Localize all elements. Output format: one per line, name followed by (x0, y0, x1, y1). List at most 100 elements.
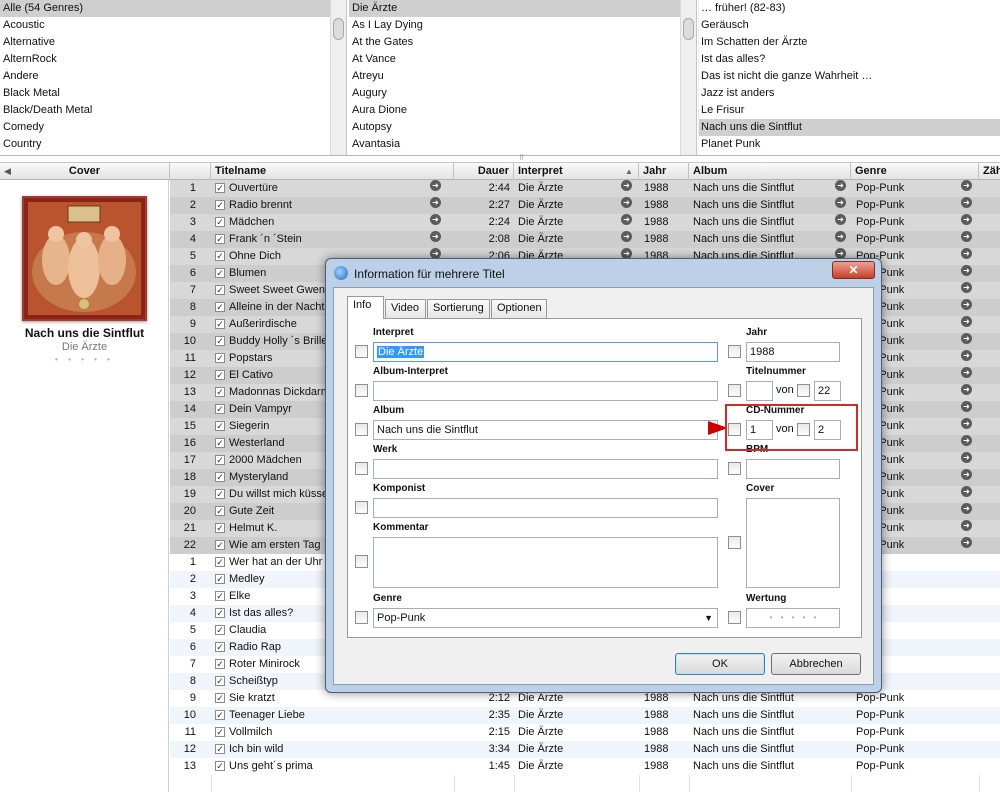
checkbox-genre[interactable] (355, 611, 368, 624)
track-checkbox[interactable]: ✓ (215, 503, 227, 520)
track-checkbox[interactable]: ✓ (215, 639, 227, 656)
genres-item[interactable]: Alternative (0, 34, 346, 51)
wertung-stars[interactable]: • • • • • (746, 608, 840, 628)
track-checkbox[interactable]: ✓ (215, 282, 227, 299)
title-go-arrow-icon[interactable]: ➜ (430, 214, 441, 225)
artists-item[interactable]: Avantasia (349, 136, 696, 153)
rating-stars[interactable]: • • • • • (0, 355, 169, 364)
track-checkbox[interactable]: ✓ (215, 384, 227, 401)
track-checkbox[interactable]: ✓ (215, 197, 227, 214)
table-row[interactable]: ✓ 10 Teenager Liebe 2:35 Die Ärzte 1988 Nach u… (170, 707, 1000, 724)
track-checkbox[interactable]: ✓ (215, 248, 227, 265)
scroll-thumb[interactable] (333, 18, 344, 40)
title-go-arrow-icon[interactable]: ➜ (430, 231, 441, 242)
genres-item[interactable]: Comedy (0, 119, 346, 136)
artists-item[interactable]: Augury (349, 85, 696, 102)
albums-item[interactable]: … früher! (82-83) (698, 0, 1000, 17)
genres-item[interactable]: Black/Death Metal (0, 102, 346, 119)
artists-item[interactable]: Die Ärzte (349, 0, 696, 17)
genre-go-arrow-icon[interactable]: ➜ (961, 282, 972, 293)
col-duration[interactable]: Dauer (454, 163, 514, 180)
tab-video[interactable]: Video (385, 299, 426, 318)
genre-go-arrow-icon[interactable]: ➜ (961, 520, 972, 531)
genre-go-arrow-icon[interactable]: ➜ (961, 180, 972, 191)
cancel-button[interactable]: Abbrechen (771, 653, 861, 675)
track-checkbox[interactable]: ✓ (215, 452, 227, 469)
genres-item[interactable]: Country (0, 136, 346, 153)
genre-go-arrow-icon[interactable]: ➜ (961, 265, 972, 276)
table-row[interactable]: ✓ 4 Frank ´n ´Stein 2:08 Die Ärzte 1988 Nach u… (170, 231, 1000, 248)
track-checkbox[interactable]: ✓ (215, 588, 227, 605)
album-cover-art[interactable] (22, 196, 147, 321)
scroll-thumb[interactable] (683, 18, 694, 40)
track-checkbox[interactable]: ✓ (215, 690, 227, 707)
artists-item[interactable]: Autopsy (349, 119, 696, 136)
track-checkbox[interactable]: ✓ (215, 673, 227, 690)
genre-go-arrow-icon[interactable]: ➜ (961, 367, 972, 378)
genre-go-arrow-icon[interactable]: ➜ (961, 469, 972, 480)
checkbox-werk[interactable] (355, 462, 368, 475)
col-title[interactable]: Titelname (211, 163, 454, 180)
genres-item[interactable]: Andere (0, 68, 346, 85)
jahr-field[interactable]: 1988 (746, 342, 840, 362)
album-go-arrow-icon[interactable]: ➜ (835, 214, 846, 225)
albums-item[interactable]: Planet Punk (698, 136, 1000, 153)
tab-info[interactable]: Info (347, 296, 384, 319)
track-checkbox[interactable]: ✓ (215, 231, 227, 248)
album-go-arrow-icon[interactable]: ➜ (835, 197, 846, 208)
track-checkbox[interactable]: ✓ (215, 418, 227, 435)
table-row[interactable]: ✓ 13 Uns geht´s prima 1:45 Die Ärzte 1988 Nach… (170, 758, 1000, 775)
albums-item[interactable]: Geräusch (698, 17, 1000, 34)
artists-item[interactable]: As I Lay Dying (349, 17, 696, 34)
artists-item[interactable]: Atreyu (349, 68, 696, 85)
close-button[interactable]: ✕ (832, 261, 875, 279)
col-genre[interactable]: Genre (851, 163, 979, 180)
genre-go-arrow-icon[interactable]: ➜ (961, 384, 972, 395)
genre-go-arrow-icon[interactable]: ➜ (961, 350, 972, 361)
title-go-arrow-icon[interactable]: ➜ (430, 180, 441, 191)
genre-go-arrow-icon[interactable]: ➜ (961, 333, 972, 344)
table-row[interactable]: ✓ 3 Mädchen 2:24 Die Ärzte 1988 Nach uns die S… (170, 214, 1000, 231)
track-checkbox[interactable]: ✓ (215, 741, 227, 758)
albums-item[interactable]: Im Schatten der Ärzte (698, 34, 1000, 51)
track-checkbox[interactable]: ✓ (215, 180, 227, 197)
checkbox-bpm[interactable] (728, 462, 741, 475)
resize-handle[interactable]: ⠿ (519, 155, 525, 162)
genre-go-arrow-icon[interactable]: ➜ (961, 299, 972, 310)
artist-list[interactable]: Die Ärzte As I Lay Dying At the Gates At Va… (349, 0, 697, 155)
track-checkbox[interactable]: ✓ (215, 486, 227, 503)
table-row[interactable]: ✓ 12 Ich bin wild 3:34 Die Ärzte 1988 Nach uns… (170, 741, 1000, 758)
tab-sorting[interactable]: Sortierung (427, 299, 490, 318)
checkbox-komponist[interactable] (355, 501, 368, 514)
track-checkbox[interactable]: ✓ (215, 520, 227, 537)
col-album[interactable]: Album (689, 163, 851, 180)
artist-scrollbar[interactable] (680, 0, 696, 155)
track-checkbox[interactable]: ✓ (215, 724, 227, 741)
genre-select[interactable]: Pop-Punk ▼ (373, 608, 718, 628)
artists-item[interactable]: At Vance (349, 51, 696, 68)
genre-go-arrow-icon[interactable]: ➜ (961, 231, 972, 242)
genre-go-arrow-icon[interactable]: ➜ (961, 537, 972, 548)
col-number[interactable] (170, 163, 211, 180)
chevron-down-icon[interactable]: ▼ (704, 609, 713, 627)
track-checkbox[interactable]: ✓ (215, 316, 227, 333)
track-checkbox[interactable]: ✓ (215, 299, 227, 316)
checkbox-album[interactable] (355, 423, 368, 436)
cover-drop-area[interactable] (746, 498, 840, 588)
artists-item[interactable]: Aura Dione (349, 102, 696, 119)
track-checkbox[interactable]: ✓ (215, 554, 227, 571)
titel-von-field[interactable]: 22 (814, 381, 841, 401)
title-go-arrow-icon[interactable]: ➜ (430, 197, 441, 208)
genre-go-arrow-icon[interactable]: ➜ (961, 214, 972, 225)
albums-item[interactable]: Ist das alles? (698, 51, 1000, 68)
genre-go-arrow-icon[interactable]: ➜ (961, 503, 972, 514)
artist-go-arrow-icon[interactable]: ➜ (621, 197, 632, 208)
genre-go-arrow-icon[interactable]: ➜ (961, 248, 972, 259)
track-checkbox[interactable]: ✓ (215, 401, 227, 418)
kommentar-field[interactable] (373, 537, 718, 588)
table-row[interactable]: ✓ 11 Vollmilch 2:15 Die Ärzte 1988 Nach uns di… (170, 724, 1000, 741)
table-row[interactable]: ✓ 1 Ouvertüre 2:44 Die Ärzte 1988 Nach uns die… (170, 180, 1000, 197)
interpret-field[interactable]: Die Ärzte (373, 342, 718, 362)
genre-go-arrow-icon[interactable]: ➜ (961, 418, 972, 429)
checkbox-interpret[interactable] (355, 345, 368, 358)
